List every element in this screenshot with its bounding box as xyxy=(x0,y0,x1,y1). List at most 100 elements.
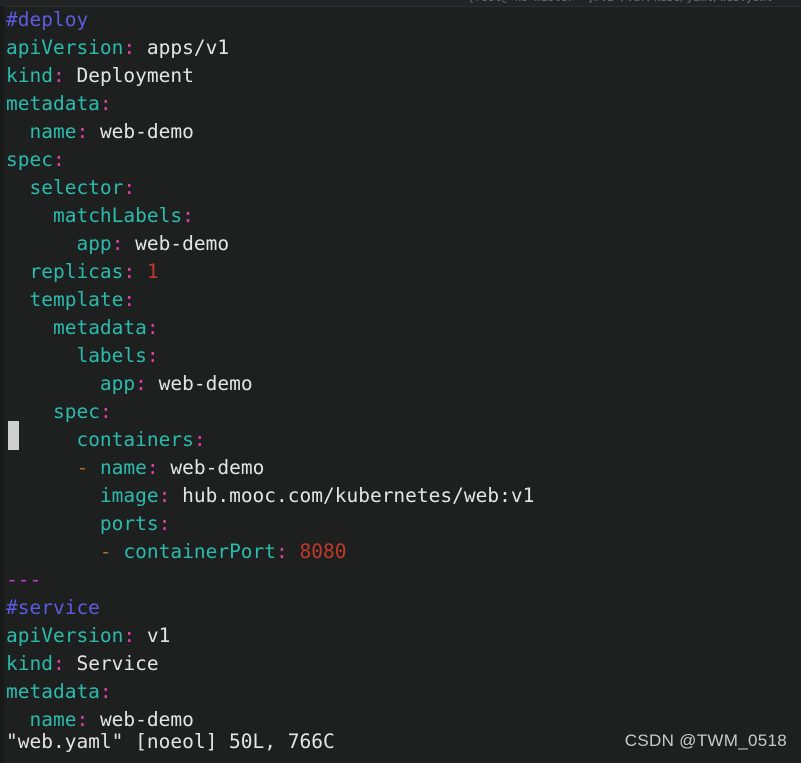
yaml-key: app xyxy=(76,232,112,255)
code-line: metadata: xyxy=(0,90,801,118)
code-line: - name: web-demo xyxy=(0,454,801,482)
yaml-value: web-demo xyxy=(123,232,230,255)
code-line: image: hub.mooc.com/kubernetes/web:v1 xyxy=(0,482,801,510)
code-line: template: xyxy=(0,286,801,314)
yaml-colon: : xyxy=(123,260,136,283)
code-line: app: web-demo xyxy=(0,370,801,398)
code-line: matchLabels: xyxy=(0,202,801,230)
yaml-colon: : xyxy=(276,540,288,563)
code-line: replicas: 1 xyxy=(0,258,801,286)
yaml-colon: : xyxy=(146,316,159,339)
yaml-doc-separator: --- xyxy=(6,568,42,591)
yaml-colon: : xyxy=(99,92,112,115)
yaml-key: name xyxy=(99,456,147,479)
yaml-key: containerPort xyxy=(123,540,277,563)
yaml-colon: : xyxy=(135,372,147,395)
code-line: labels: xyxy=(0,342,801,370)
yaml-value: Service xyxy=(64,652,159,675)
yaml-key: image xyxy=(99,484,159,507)
yaml-key: labels xyxy=(76,344,147,367)
yaml-key: ports xyxy=(99,512,159,535)
csdn-watermark: CSDN @TWM_0518 xyxy=(624,731,787,750)
vim-editor-buffer[interactable]: #deploy apiVersion: apps/v1 kind: Deployme… xyxy=(0,6,801,731)
yaml-colon: : xyxy=(76,708,89,731)
yaml-value: web-demo xyxy=(88,120,194,143)
yaml-colon: : xyxy=(182,204,194,227)
code-line: - containerPort: 8080 xyxy=(0,538,801,566)
yaml-key: metadata xyxy=(6,92,100,115)
yaml-key: metadata xyxy=(6,680,100,703)
code-line: apiVersion: apps/v1 xyxy=(0,34,801,62)
code-line: #service xyxy=(0,594,801,622)
code-line: metadata: xyxy=(0,678,801,706)
yaml-key: name xyxy=(29,708,77,731)
code-line: --- xyxy=(0,566,801,594)
yaml-key: selector xyxy=(29,176,124,199)
yaml-value: apps/v1 xyxy=(135,36,230,59)
yaml-key: kind xyxy=(6,64,53,87)
yaml-value: hub.mooc.com/kubernetes/web:v1 xyxy=(170,484,535,507)
code-line: ports: xyxy=(0,510,801,538)
code-line: selector: xyxy=(0,174,801,202)
yaml-colon: : xyxy=(158,484,171,507)
yaml-colon: : xyxy=(123,624,136,647)
yaml-value: Deployment xyxy=(64,64,194,87)
yaml-value: web-demo xyxy=(88,708,194,731)
yaml-colon: : xyxy=(52,64,65,87)
yaml-value: web-demo xyxy=(158,456,265,479)
yaml-comment: #service xyxy=(6,596,100,619)
yaml-colon: : xyxy=(146,456,159,479)
code-line: name: web-demo xyxy=(0,118,801,146)
code-line: containers: xyxy=(0,426,801,454)
yaml-colon: : xyxy=(158,512,171,535)
yaml-list-dash: - xyxy=(99,540,124,563)
yaml-key: containers xyxy=(76,428,194,451)
code-line: spec: xyxy=(0,146,801,174)
yaml-colon: : xyxy=(146,344,159,367)
yaml-colon: : xyxy=(99,680,112,703)
yaml-key: spec xyxy=(52,400,100,423)
yaml-key: kind xyxy=(6,652,53,675)
yaml-value: web-demo xyxy=(146,372,253,395)
yaml-comment: #deploy xyxy=(6,8,89,31)
terminal-window: [root@ k8-master ~]#vi /var/kube/yaml/we… xyxy=(0,0,801,763)
yaml-colon: : xyxy=(52,652,65,675)
code-line: kind: Service xyxy=(0,650,801,678)
yaml-colon: : xyxy=(193,428,206,451)
yaml-key: matchLabels xyxy=(52,204,183,227)
yaml-colon: : xyxy=(76,120,89,143)
yaml-colon: : xyxy=(123,288,136,311)
yaml-number-value: 1 xyxy=(135,260,159,283)
terminal-title-text: [root@ k8-master ~]#vi /var/kube/yaml/we… xyxy=(468,0,773,4)
yaml-key: name xyxy=(29,120,77,143)
text-cursor xyxy=(8,421,19,450)
yaml-value: v1 xyxy=(135,624,171,647)
yaml-colon: : xyxy=(52,148,65,171)
yaml-key: metadata xyxy=(52,316,147,339)
yaml-colon: : xyxy=(99,400,112,423)
yaml-colon: : xyxy=(111,232,124,255)
yaml-number-value: 8080 xyxy=(287,540,347,563)
yaml-key: apiVersion xyxy=(6,36,124,59)
yaml-colon: : xyxy=(123,176,136,199)
yaml-colon: : xyxy=(123,36,136,59)
yaml-key: replicas xyxy=(29,260,124,283)
code-line: app: web-demo xyxy=(0,230,801,258)
code-line: spec: xyxy=(0,398,801,426)
yaml-key: app xyxy=(99,372,136,395)
code-line: kind: Deployment xyxy=(0,62,801,90)
